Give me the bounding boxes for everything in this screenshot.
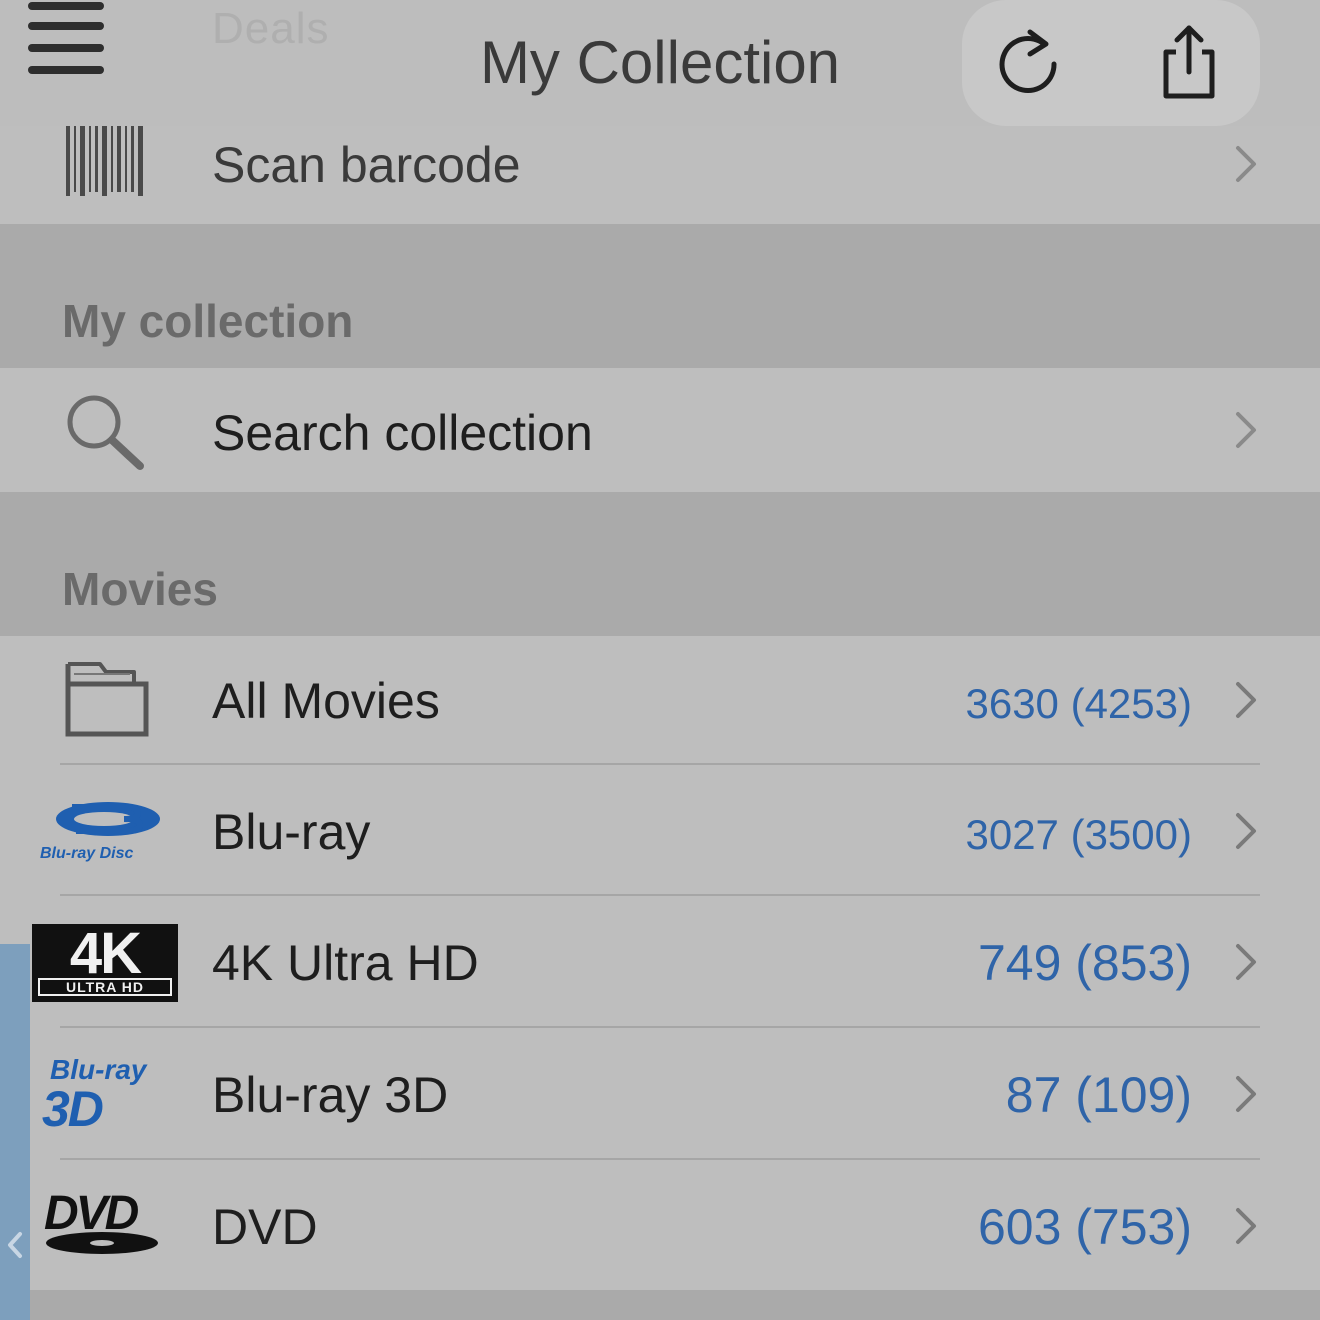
dvd-logo: DVD [44,1187,170,1258]
folder-icon [64,660,150,745]
item-count: 3027 (3500) [965,811,1192,858]
list-item-label: DVD [212,1199,318,1255]
chevron-right-icon [1234,1206,1260,1246]
item-count: 749 (853) [977,935,1192,991]
list-item-label: 4K Ultra HD [212,935,479,991]
chevron-right-icon [1234,680,1260,720]
share-icon[interactable] [1150,22,1230,102]
scan-barcode-row[interactable]: Scan barcode [0,126,1320,224]
4k-logo-text: 4K [69,921,142,986]
list-item-bluray[interactable]: Blu-ray Disc Blu-ray 3027 (3500) [0,765,1320,895]
item-count: 603 (753) [977,1199,1192,1255]
search-collection-row[interactable]: Search collection [0,368,1320,492]
side-drawer-handle[interactable] [0,944,30,1320]
chevron-right-icon [1234,942,1260,982]
bluray-3d-logo: Blu-ray 3D [40,1054,170,1137]
chevron-left-icon [8,1232,22,1258]
list-item-bluray-3d[interactable]: Blu-ray 3D Blu-ray 3D 87 (109) [0,1028,1320,1158]
bluray-logo: Blu-ray Disc [40,799,170,871]
refresh-icon[interactable] [990,22,1070,102]
chevron-right-icon [1234,811,1260,851]
chevron-right-icon [1234,1074,1260,1114]
bluray-logo-text: Blu-ray Disc [40,845,134,862]
list-item-label: Blu-ray 3D [212,1067,449,1123]
bluray-3d-bottom-text: 3D [42,1081,104,1137]
list-item-label: All Movies [212,673,440,729]
item-count: 87 (109) [1005,1067,1192,1123]
list-item-4k-ultra-hd[interactable]: 4K ULTRA HD 4K Ultra HD 749 (853) [0,896,1320,1026]
4k-ultrahd-logo: 4K ULTRA HD [32,921,178,1002]
chevron-right-icon [1234,144,1260,184]
list-item-dvd[interactable]: DVD DVD 603 (753) [0,1160,1320,1290]
ultrahd-logo-text: ULTRA HD [38,978,172,996]
barcode-icon [64,126,148,203]
top-bar: Deals My Collection [0,0,1320,126]
chevron-right-icon [1234,410,1260,450]
section-header-movies: Movies [62,563,218,615]
list-item-all-movies[interactable]: All Movies 3630 (4253) [0,636,1320,764]
list-item-label: Blu-ray [212,804,371,860]
section-header-my-collection: My collection [62,295,354,347]
item-count: 3630 (4253) [965,680,1192,727]
header-actions [962,0,1260,126]
search-icon [62,392,146,477]
scan-barcode-label: Scan barcode [212,137,521,193]
search-collection-label: Search collection [212,405,593,461]
